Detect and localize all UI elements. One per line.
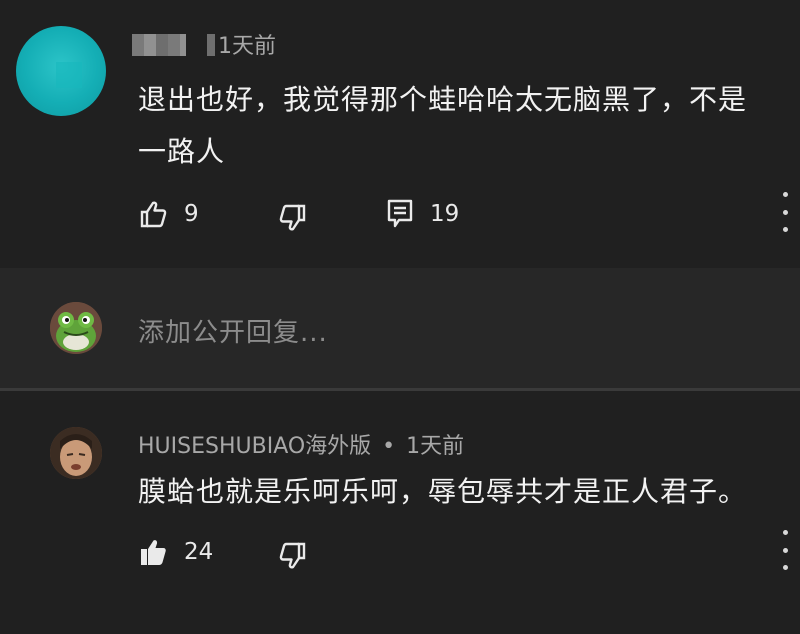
comment-text-line: 一路人 — [138, 135, 226, 168]
reply-meta: HUISESHUBIAO海外版 • 1天前 — [138, 428, 464, 460]
comment-time: 1天前 — [218, 34, 276, 59]
avatar[interactable] — [50, 427, 102, 479]
more-vert-icon[interactable] — [778, 192, 792, 232]
more-vert-icon[interactable] — [778, 530, 792, 570]
author-name-blurred[interactable] — [132, 34, 186, 56]
dislike-button[interactable] — [278, 196, 308, 232]
thumb-up-filled-icon — [138, 537, 168, 567]
reply-count: 19 — [430, 201, 460, 227]
like-count: 24 — [184, 539, 214, 565]
reply-icon — [386, 198, 414, 230]
thumb-down-icon — [278, 195, 308, 233]
like-count: 9 — [184, 201, 199, 227]
comment-time: 1天前 — [406, 434, 465, 459]
comment-text: 退出也好，我觉得那个蛙哈哈太无脑黑了，不是 一路人 — [138, 74, 788, 178]
comment-text-line: 退出也好，我觉得那个蛙哈哈太无脑黑了，不是 — [138, 83, 748, 116]
avatar[interactable] — [16, 26, 106, 116]
thumb-down-icon — [278, 533, 308, 571]
like-button[interactable]: 9 — [138, 196, 199, 232]
comment-text: 膜蛤也就是乐呵乐呵，辱包辱共才是正人君子。 — [138, 475, 748, 508]
author-name[interactable]: HUISESHUBIAO海外版 — [138, 434, 371, 459]
meta-separator: • — [382, 434, 396, 459]
comment-actions: 9 19 — [138, 192, 788, 232]
comment-main: 1天前 退出也好，我觉得那个蛙哈哈太无脑黑了，不是 一路人 9 19 — [0, 0, 800, 268]
comment-reply: HUISESHUBIAO海外版 • 1天前 膜蛤也就是乐呵乐呵，辱包辱共才是正人… — [0, 391, 800, 634]
author-name-blurred-part — [207, 34, 215, 56]
like-button[interactable]: 24 — [138, 534, 213, 570]
dislike-button[interactable] — [278, 534, 308, 570]
comments-screen: 1天前 退出也好，我觉得那个蛙哈哈太无脑黑了，不是 一路人 9 19 添加公开回… — [0, 0, 800, 634]
thumb-up-icon — [138, 199, 168, 229]
add-reply-input[interactable]: 添加公开回复... — [138, 312, 328, 349]
reply-input-area: 添加公开回复... — [0, 268, 800, 390]
comment-actions: 24 — [138, 530, 788, 570]
reply-button[interactable]: 19 — [386, 196, 459, 232]
avatar — [50, 302, 102, 354]
